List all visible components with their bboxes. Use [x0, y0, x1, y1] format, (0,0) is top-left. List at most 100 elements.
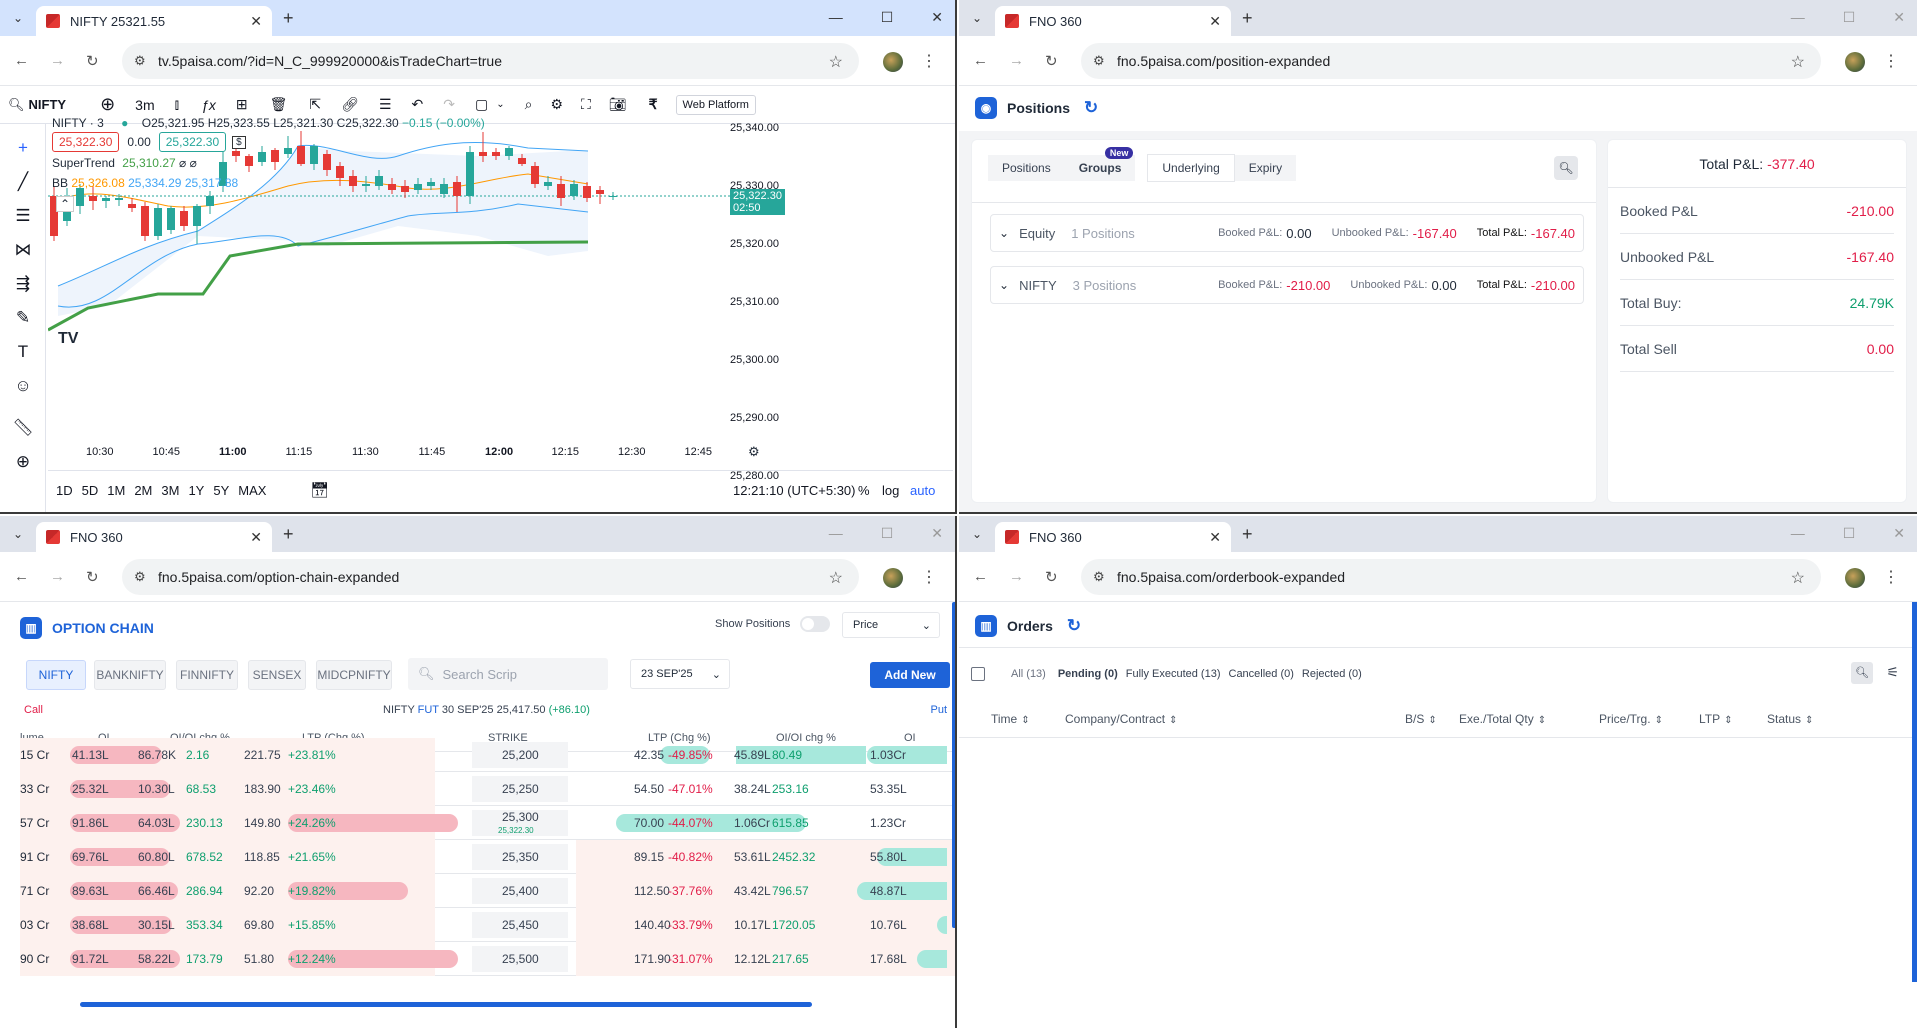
- col-price-trg-[interactable]: Price/Trg. ⇕: [1599, 712, 1663, 726]
- layout-icon[interactable]: ▢: [475, 96, 488, 113]
- browser-tab[interactable]: NIFTY 25321.55 ✕: [36, 6, 272, 36]
- back-icon[interactable]: ←: [973, 568, 988, 585]
- url-field[interactable]: ⚙ fno.5paisa.com/position-expanded ☆: [1081, 43, 1821, 79]
- calendar-icon[interactable]: 📅︎: [310, 481, 329, 499]
- range-2m[interactable]: 2M: [134, 483, 152, 498]
- watchlist-icon[interactable]: ☰: [379, 96, 392, 113]
- range-1y[interactable]: 1Y: [188, 483, 204, 498]
- expiry-select[interactable]: 23 SEP'25 ⌄: [630, 659, 730, 689]
- close-window-icon[interactable]: ✕: [931, 525, 943, 542]
- chevron-down-icon[interactable]: ⌄: [969, 526, 985, 542]
- zoom-search-icon[interactable]: ⌕: [525, 96, 533, 113]
- log-toggle[interactable]: log: [882, 483, 899, 498]
- url-field[interactable]: ⚙ fno.5paisa.com/option-chain-expanded ☆: [122, 559, 859, 595]
- sell-button[interactable]: 25,322.30: [52, 132, 120, 152]
- range-max[interactable]: MAX: [238, 483, 266, 498]
- tab-cancelled[interactable]: Cancelled (0): [1229, 668, 1294, 680]
- site-info-icon[interactable]: ⚙: [134, 569, 146, 585]
- vertical-scrollbar[interactable]: [952, 602, 955, 928]
- bookmark-star-icon[interactable]: ☆: [1791, 52, 1805, 72]
- templates-icon[interactable]: ⊞: [236, 96, 248, 113]
- refresh-icon[interactable]: ↻: [1084, 98, 1098, 118]
- index-tab-sensex[interactable]: SENSEX: [248, 660, 306, 690]
- col-company-contract[interactable]: Company/Contract ⇕: [1065, 712, 1177, 726]
- browser-menu-icon[interactable]: ⋮: [921, 567, 937, 587]
- ruler-icon[interactable]: 📏︎: [12, 418, 34, 438]
- profile-avatar[interactable]: [1845, 52, 1865, 72]
- new-tab-button[interactable]: +: [283, 8, 294, 29]
- new-tab-button[interactable]: +: [1242, 524, 1253, 545]
- back-icon[interactable]: ←: [973, 52, 988, 69]
- zoom-in-icon[interactable]: ⊕: [12, 452, 34, 472]
- col-b-s[interactable]: B/S ⇕: [1405, 712, 1437, 726]
- layout-dropdown-icon[interactable]: ⌄: [496, 99, 504, 110]
- refresh-icon[interactable]: ↻: [1067, 616, 1081, 636]
- browser-tab[interactable]: FNO 360 ✕: [995, 522, 1231, 552]
- expand-chevron-icon[interactable]: ⌄: [999, 278, 1009, 292]
- tab-pending[interactable]: Pending (0): [1058, 668, 1118, 680]
- price-select[interactable]: Price ⌄: [842, 612, 940, 638]
- trash-icon[interactable]: 🗑︎: [270, 96, 288, 113]
- tab-expiry[interactable]: Expiry: [1234, 155, 1297, 181]
- reload-icon[interactable]: ↻: [86, 52, 99, 70]
- add-symbol-icon[interactable]: ⊕: [100, 94, 115, 115]
- close-tab-icon[interactable]: ✕: [1209, 529, 1221, 546]
- index-tab-banknifty[interactable]: BANKNIFTY: [94, 660, 166, 690]
- web-platform-button[interactable]: Web Platform: [675, 94, 756, 115]
- expand-chevron-icon[interactable]: ⌄: [999, 226, 1009, 240]
- settings-gear-icon[interactable]: ⚙: [550, 96, 563, 113]
- chain-row[interactable]: 33 Cr 25.32L 10.30L 68.53 183.90 +23.46% 25,25…: [20, 772, 955, 806]
- percent-toggle[interactable]: %: [858, 483, 870, 498]
- profile-avatar[interactable]: [883, 52, 903, 72]
- text-icon[interactable]: T: [12, 342, 34, 362]
- fullscreen-icon[interactable]: ⛶: [581, 96, 591, 113]
- settings-icons[interactable]: ⌀ ⌀: [179, 156, 197, 170]
- bookmark-star-icon[interactable]: ☆: [1791, 568, 1805, 588]
- site-info-icon[interactable]: ⚙: [1093, 569, 1105, 585]
- clock-display[interactable]: 12:21:10 (UTC+5:30): [733, 483, 855, 498]
- filter-sliders-icon[interactable]: ⚟: [1886, 664, 1899, 681]
- index-tab-finnifty[interactable]: FINNIFTY: [176, 660, 238, 690]
- search-icon[interactable]: 🔍︎: [8, 97, 25, 113]
- browser-menu-icon[interactable]: ⋮: [1883, 567, 1899, 587]
- emoji-icon[interactable]: ☺: [12, 376, 34, 396]
- tab-positions[interactable]: Positions: [988, 155, 1065, 181]
- browser-tab[interactable]: FNO 360 ✕: [36, 522, 272, 552]
- site-info-icon[interactable]: ⚙: [1093, 53, 1105, 69]
- interval-selector[interactable]: 3m: [135, 97, 154, 113]
- close-tab-icon[interactable]: ✕: [250, 529, 262, 546]
- symbol-search[interactable]: NIFTY: [29, 97, 67, 112]
- search-icon[interactable]: 🔍︎: [1554, 156, 1578, 180]
- close-window-icon[interactable]: ✕: [1893, 525, 1905, 542]
- reload-icon[interactable]: ↻: [86, 568, 99, 586]
- buy-button[interactable]: 25,322.30: [158, 132, 227, 152]
- brush-icon[interactable]: ✎: [12, 308, 34, 328]
- col-time[interactable]: Time ⇕: [991, 712, 1030, 726]
- close-window-icon[interactable]: ✕: [931, 9, 943, 26]
- redo-icon[interactable]: ↷: [443, 96, 455, 113]
- tab-groups[interactable]: Groups New: [1064, 147, 1136, 181]
- forward-icon[interactable]: →: [1009, 52, 1024, 69]
- horizontal-scrollbar[interactable]: [80, 1002, 812, 1007]
- order-icon[interactable]: $: [232, 135, 246, 149]
- browser-tab[interactable]: FNO 360 ✕: [995, 6, 1231, 36]
- url-field[interactable]: ⚙ tv.5paisa.com/?id=N_C_999920000&isTrad…: [122, 43, 859, 79]
- search-icon[interactable]: 🔍︎: [1851, 662, 1873, 684]
- reload-icon[interactable]: ↻: [1045, 52, 1058, 70]
- tab-rejected[interactable]: Rejected (0): [1302, 668, 1362, 680]
- maximize-icon[interactable]: ☐: [1843, 525, 1856, 542]
- chevron-down-icon[interactable]: ⌄: [10, 526, 26, 542]
- back-icon[interactable]: ←: [14, 568, 29, 585]
- show-positions-toggle[interactable]: [800, 616, 831, 632]
- group-row-nifty[interactable]: ⌄ NIFTY 3 Positions Booked P&L: -210.00 Unboo…: [990, 266, 1584, 304]
- close-tab-icon[interactable]: ✕: [1209, 13, 1221, 30]
- auto-toggle[interactable]: auto: [910, 483, 935, 498]
- range-1d[interactable]: 1D: [56, 483, 73, 498]
- bookmark-star-icon[interactable]: ☆: [829, 568, 843, 588]
- external-link-icon[interactable]: ⇱: [309, 96, 321, 113]
- tab-all[interactable]: All (13): [1011, 668, 1046, 680]
- close-window-icon[interactable]: ✕: [1893, 9, 1905, 26]
- chevron-down-icon[interactable]: ⌄: [10, 10, 26, 26]
- range-3m[interactable]: 3M: [161, 483, 179, 498]
- chevron-down-icon[interactable]: ⌄: [969, 10, 985, 26]
